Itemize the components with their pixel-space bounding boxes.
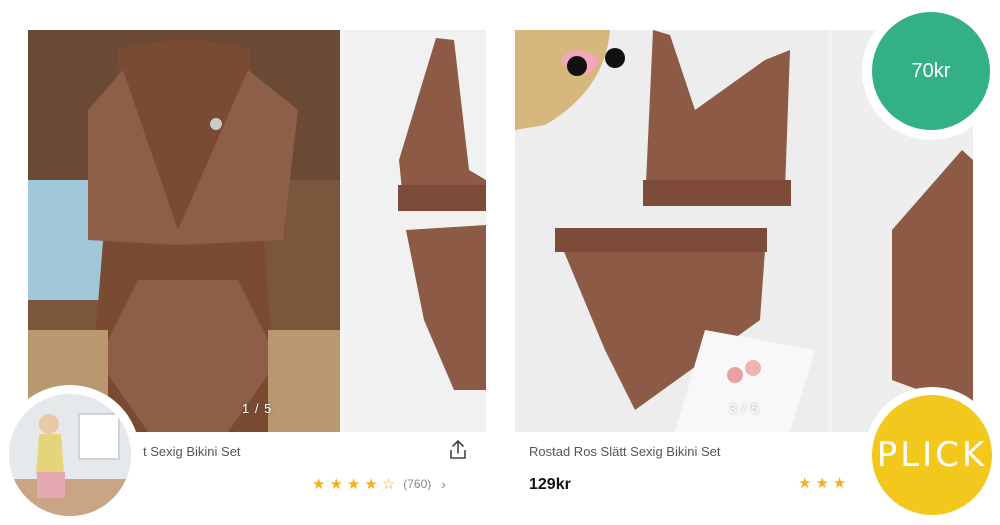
seller-avatar-photo bbox=[9, 394, 131, 516]
share-icon[interactable] bbox=[446, 438, 470, 462]
product-title[interactable]: t Sexig Bikini Set bbox=[143, 444, 241, 459]
price-badge: 70kr bbox=[862, 2, 1000, 140]
plick-logo-text: PLICK bbox=[872, 395, 992, 515]
chevron-right-icon[interactable]: › bbox=[441, 476, 446, 492]
star-icon: ★ bbox=[798, 475, 812, 492]
product-photo-model: 1 / 5 bbox=[28, 30, 340, 432]
product-rating[interactable]: ★ ★ ★ ★ ☆ (760) › bbox=[312, 476, 446, 492]
price-badge-label: 70kr bbox=[872, 12, 990, 130]
product-price: 129kr bbox=[529, 476, 571, 493]
star-icon: ★ bbox=[329, 475, 343, 493]
half-star-icon: ☆ bbox=[381, 475, 396, 493]
seller-avatar[interactable] bbox=[0, 385, 140, 525]
image-counter: 3 / 5 bbox=[729, 401, 760, 416]
plick-logo-badge: PLICK bbox=[864, 387, 1000, 523]
star-icon: ★ bbox=[364, 475, 378, 493]
product-title[interactable]: Rostad Ros Slätt Sexig Bikini Set bbox=[529, 444, 720, 459]
product-rating[interactable]: ★ ★ ★ bbox=[798, 476, 846, 491]
star-icon: ★ bbox=[312, 475, 326, 493]
product-photo-flatlay bbox=[344, 30, 486, 432]
star-icon: ★ bbox=[346, 475, 361, 493]
image-counter: 1 / 5 bbox=[242, 401, 273, 416]
product-image-gallery[interactable]: 1 / 5 bbox=[28, 30, 486, 432]
rating-count: (760) bbox=[403, 477, 432, 491]
product-photo-flatlay: 3 / 5 bbox=[515, 30, 828, 432]
star-icon: ★ bbox=[815, 475, 829, 492]
star-icon: ★ bbox=[832, 475, 847, 492]
